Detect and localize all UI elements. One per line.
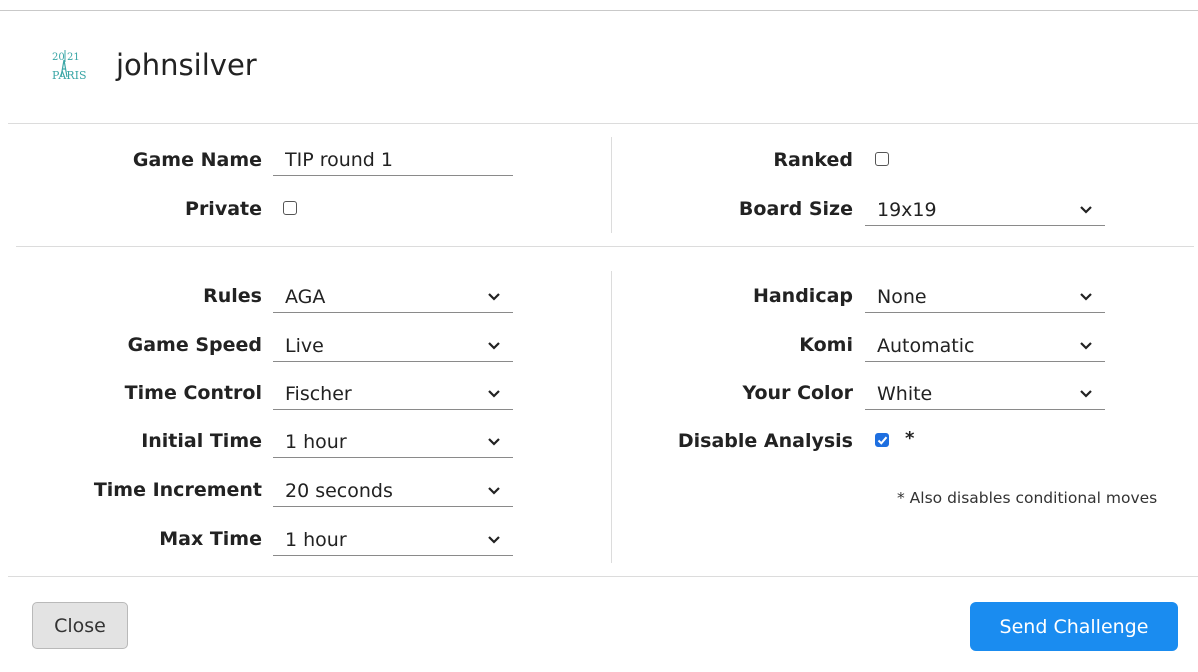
logo-year-top: 20 <box>52 52 65 63</box>
opponent-username: johnsilver <box>116 48 257 82</box>
initial-time-value: 1 hour <box>285 431 347 453</box>
game-speed-label: Game Speed <box>127 334 262 356</box>
section2-column-divider <box>611 271 612 563</box>
handicap-value: None <box>877 286 927 308</box>
logo-city: PARIS <box>52 69 87 82</box>
ranked-checkbox[interactable] <box>875 152 889 166</box>
rules-label: Rules <box>203 285 262 307</box>
game-speed-select[interactable]: Live <box>273 332 513 362</box>
time-control-select[interactable]: Fischer <box>273 380 513 410</box>
footer-divider <box>8 576 1198 577</box>
time-increment-value: 20 seconds <box>285 480 393 502</box>
chevron-down-icon <box>1080 293 1092 301</box>
rules-value: AGA <box>285 286 326 308</box>
chevron-down-icon <box>1080 390 1092 398</box>
chevron-down-icon <box>488 536 500 544</box>
komi-value: Automatic <box>877 335 975 357</box>
initial-time-select[interactable]: 1 hour <box>273 428 513 458</box>
handicap-label: Handicap <box>752 285 853 307</box>
game-name-input[interactable] <box>273 146 513 176</box>
your-color-label: Your Color <box>742 382 853 404</box>
private-checkbox[interactable] <box>283 201 297 215</box>
chevron-down-icon <box>488 342 500 350</box>
game-speed-value: Live <box>285 335 324 357</box>
section-divider <box>16 246 1194 247</box>
your-color-value: White <box>877 383 933 405</box>
board-size-value: 19x19 <box>877 199 937 221</box>
paris-2021-logo: 20 21 PARIS <box>50 47 104 87</box>
private-label: Private <box>185 198 262 220</box>
time-control-value: Fischer <box>285 383 352 405</box>
time-control-label: Time Control <box>124 382 262 404</box>
rules-select[interactable]: AGA <box>273 283 513 313</box>
board-size-label: Board Size <box>738 198 853 220</box>
game-name-label: Game Name <box>132 149 262 171</box>
analysis-footnote: * Also disables conditional moves <box>897 489 1158 507</box>
your-color-select[interactable]: White <box>865 380 1105 410</box>
handicap-select[interactable]: None <box>865 283 1105 313</box>
chevron-down-icon <box>488 438 500 446</box>
chevron-down-icon <box>1080 342 1092 350</box>
chevron-down-icon <box>488 293 500 301</box>
max-time-label: Max Time <box>159 528 262 550</box>
disable-analysis-checkbox[interactable] <box>875 433 889 447</box>
top-border <box>0 10 1198 11</box>
disable-analysis-label: Disable Analysis <box>677 430 853 452</box>
chevron-down-icon <box>488 390 500 398</box>
header-divider <box>8 123 1198 124</box>
max-time-value: 1 hour <box>285 529 347 551</box>
time-increment-select[interactable]: 20 seconds <box>273 477 513 507</box>
chevron-down-icon <box>488 487 500 495</box>
max-time-select[interactable]: 1 hour <box>273 526 513 556</box>
disable-analysis-asterisk: * <box>905 428 915 449</box>
komi-label: Komi <box>799 334 853 356</box>
komi-select[interactable]: Automatic <box>865 332 1105 362</box>
chevron-down-icon <box>1080 206 1092 214</box>
board-size-select[interactable]: 19x19 <box>865 196 1105 226</box>
initial-time-label: Initial Time <box>141 430 262 452</box>
section1-column-divider <box>611 137 612 233</box>
send-challenge-button[interactable]: Send Challenge <box>970 602 1178 651</box>
logo-year-bottom: 21 <box>67 52 80 63</box>
checkmark-icon <box>877 436 888 445</box>
time-increment-label: Time Increment <box>93 479 262 501</box>
close-button[interactable]: Close <box>32 602 128 649</box>
ranked-label: Ranked <box>773 149 853 171</box>
